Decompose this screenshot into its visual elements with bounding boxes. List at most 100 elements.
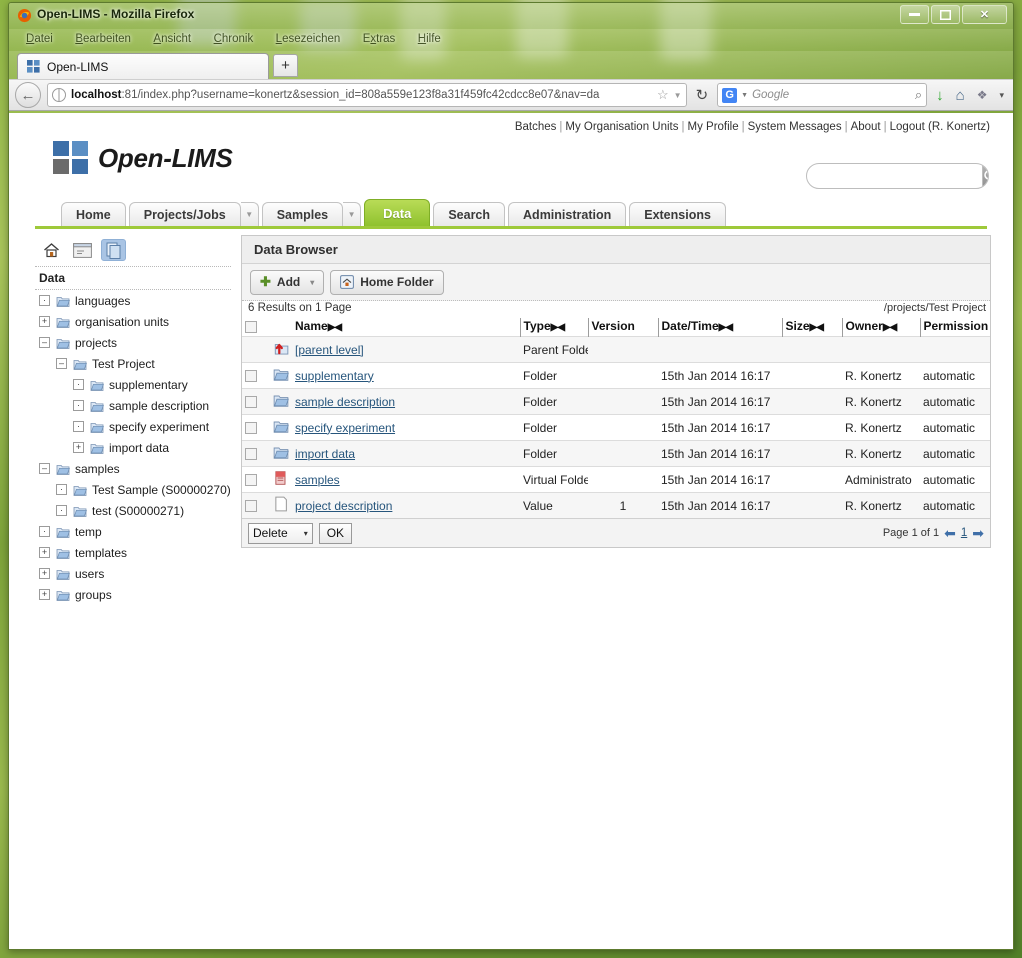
sort-arrows-icon[interactable]: ▶◀: [328, 322, 342, 333]
search-icon[interactable]: ⌕: [915, 87, 922, 103]
tree-node[interactable]: + import data: [35, 437, 231, 458]
usernav-system-messages[interactable]: System Messages: [748, 121, 842, 133]
table-row[interactable]: import data Folder 15th Jan 2014 16:17 R. K…: [242, 440, 990, 467]
browser-search-bar[interactable]: G ▼ Google ⌕: [717, 83, 928, 107]
table-row[interactable]: specify experiment Folder 15th Jan 2014 16…: [242, 414, 990, 441]
tree-node[interactable]: · specify experiment: [35, 416, 231, 437]
sidebar-home-icon[interactable]: [39, 239, 64, 261]
tree-node[interactable]: · temp: [35, 521, 231, 542]
tree-toggle-icon[interactable]: +: [39, 316, 50, 327]
chevron-down-icon[interactable]: ▾: [310, 278, 314, 287]
engine-chevron-icon[interactable]: ▼: [741, 92, 748, 99]
app-logo[interactable]: Open-LIMS: [53, 141, 233, 175]
tree-toggle-icon[interactable]: ·: [73, 421, 84, 432]
menu-datei[interactable]: Datei: [17, 30, 62, 48]
row-checkbox[interactable]: [245, 370, 257, 383]
app-search-box[interactable]: [806, 163, 989, 189]
sort-arrows-icon[interactable]: ▶◀: [883, 322, 897, 333]
tree-node[interactable]: + users: [35, 563, 231, 584]
download-icon[interactable]: ↓: [933, 87, 947, 104]
close-button[interactable]: ✕: [962, 5, 1007, 24]
tree-toggle-icon[interactable]: +: [39, 547, 50, 558]
app-search-input[interactable]: [807, 164, 982, 188]
url-bar[interactable]: localhost:81/index.php?username=konertz&…: [47, 83, 687, 107]
row-name-link[interactable]: sample description: [295, 395, 395, 409]
tab-samples[interactable]: Samples: [261, 202, 344, 226]
tree-node[interactable]: – projects: [35, 332, 231, 353]
column-header-version[interactable]: Version: [587, 318, 658, 337]
tree-node[interactable]: – samples: [35, 458, 231, 479]
row-name-link[interactable]: project description: [295, 499, 392, 513]
tab-administration[interactable]: Administration: [508, 202, 627, 226]
ok-button[interactable]: OK: [318, 522, 353, 544]
tree-node[interactable]: + templates: [35, 542, 231, 563]
sort-arrows-icon[interactable]: ▶◀: [551, 322, 565, 333]
tab-extensions[interactable]: Extensions: [629, 202, 726, 226]
usernav-about[interactable]: About: [851, 121, 881, 133]
column-header-datetime[interactable]: Date/Time▶◀: [657, 318, 782, 337]
bookmark-star-icon[interactable]: ☆: [657, 87, 669, 103]
sort-arrows-icon[interactable]: ▶◀: [719, 322, 733, 333]
window-titlebar[interactable]: Open-LIMS - Mozilla Firefox ✕: [9, 3, 1013, 29]
tree-toggle-icon[interactable]: ·: [39, 295, 50, 306]
column-header-permission[interactable]: Permission: [919, 318, 990, 337]
row-name-link[interactable]: import data: [295, 447, 355, 461]
tree-toggle-icon[interactable]: ·: [73, 379, 84, 390]
back-button[interactable]: ←: [15, 82, 41, 108]
table-row[interactable]: sample description Folder 15th Jan 2014 16…: [242, 388, 990, 415]
browser-tab-open-lims[interactable]: Open-LIMS: [17, 53, 269, 79]
home-folder-button[interactable]: Home Folder: [330, 269, 444, 295]
row-name-link[interactable]: samples: [295, 473, 340, 487]
tree-toggle-icon[interactable]: ·: [56, 484, 67, 495]
tree-node[interactable]: · sample description: [35, 395, 231, 416]
new-tab-button[interactable]: +: [273, 54, 298, 77]
column-header-name[interactable]: Name▶◀: [292, 318, 520, 337]
chevron-down-icon[interactable]: ▾: [304, 529, 308, 538]
row-checkbox[interactable]: [245, 448, 257, 461]
row-checkbox[interactable]: [245, 500, 257, 513]
add-button[interactable]: ✚ Add ▾: [250, 269, 325, 295]
toolbar-overflow-icon[interactable]: ▾: [996, 90, 1007, 101]
row-checkbox[interactable]: [245, 396, 257, 409]
tree-toggle-icon[interactable]: –: [56, 358, 67, 369]
table-row[interactable]: project description Value 1 15th Jan 2014 1…: [242, 492, 990, 518]
table-row[interactable]: [parent level] Parent Folde: [242, 336, 990, 363]
next-page-icon[interactable]: ➡: [972, 525, 984, 542]
tab-projects-jobs-chevron-down-icon[interactable]: ▼: [240, 202, 259, 226]
tree-toggle-icon[interactable]: ·: [39, 526, 50, 537]
tree-toggle-icon[interactable]: +: [73, 442, 84, 453]
prev-page-icon[interactable]: ⬅: [944, 525, 956, 542]
minimize-button[interactable]: [900, 5, 929, 24]
menu-chronik[interactable]: Chronik: [205, 30, 263, 48]
usernav-logout[interactable]: Logout (R. Konertz): [890, 121, 990, 133]
chevron-down-icon[interactable]: ▼: [674, 91, 682, 100]
tree-toggle-icon[interactable]: ·: [73, 400, 84, 411]
tree-toggle-icon[interactable]: +: [39, 589, 50, 600]
tree-toggle-icon[interactable]: +: [39, 568, 50, 579]
page-number-1[interactable]: 1: [961, 527, 967, 539]
addon-icon[interactable]: ❖: [974, 88, 991, 102]
tree-toggle-icon[interactable]: ·: [56, 505, 67, 516]
usernav-my-organisation-units[interactable]: My Organisation Units: [565, 121, 678, 133]
menu-hilfe[interactable]: Hilfe: [409, 30, 450, 48]
tree-node[interactable]: + groups: [35, 584, 231, 605]
app-search-button[interactable]: [982, 164, 988, 188]
maximize-button[interactable]: [931, 5, 960, 24]
tab-samples-chevron-down-icon[interactable]: ▼: [343, 202, 362, 226]
column-header-size[interactable]: Size▶◀: [781, 318, 842, 337]
column-header-owner[interactable]: Owner▶◀: [841, 318, 920, 337]
tree-toggle-icon[interactable]: –: [39, 337, 50, 348]
tree-node[interactable]: · test (S00000271): [35, 500, 231, 521]
tab-projects-jobs[interactable]: Projects/Jobs: [128, 202, 241, 226]
home-icon[interactable]: ⌂: [953, 87, 968, 104]
usernav-batches[interactable]: Batches: [515, 121, 557, 133]
table-row[interactable]: supplementary Folder 15th Jan 2014 16:17 R.…: [242, 362, 990, 389]
tree-node[interactable]: · Test Sample (S00000270): [35, 479, 231, 500]
row-name-link[interactable]: supplementary: [295, 369, 374, 383]
google-engine-icon[interactable]: G: [722, 87, 738, 103]
table-row[interactable]: samples Virtual Folde 15th Jan 2014 16:17 A…: [242, 466, 990, 493]
bulk-action-select[interactable]: Delete ▾: [248, 522, 313, 544]
select-all-checkbox[interactable]: [245, 320, 257, 333]
tab-search[interactable]: Search: [433, 202, 506, 226]
tree-node[interactable]: · languages: [35, 290, 231, 311]
